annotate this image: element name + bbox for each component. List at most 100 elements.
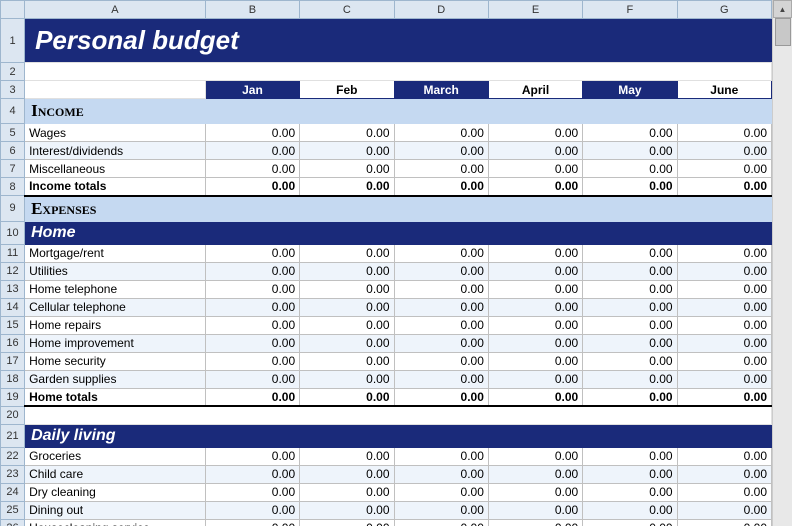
col-header-D[interactable]: D [394,1,488,19]
row-header[interactable]: 7 [1,160,25,178]
cell[interactable]: 0.00 [300,244,394,262]
row-header[interactable]: 11 [1,244,25,262]
cell[interactable]: 0.00 [394,370,488,388]
row-header[interactable]: 4 [1,99,25,124]
cell[interactable]: 0.00 [583,262,677,280]
cell[interactable]: 0.00 [677,178,771,196]
row-label[interactable]: Home improvement [25,334,206,352]
cell[interactable]: 0.00 [488,519,582,526]
cell[interactable]: 0.00 [394,280,488,298]
cell[interactable]: 0.00 [394,262,488,280]
cell[interactable]: 0.00 [205,178,299,196]
cell[interactable] [25,81,206,99]
row-label[interactable]: Wages [25,124,206,142]
cell[interactable]: 0.00 [677,124,771,142]
cell[interactable]: 0.00 [488,160,582,178]
row-header[interactable]: 15 [1,316,25,334]
cell[interactable]: 0.00 [205,298,299,316]
month-header[interactable]: Feb [300,81,394,99]
cell[interactable]: 0.00 [488,334,582,352]
row-label[interactable]: Interest/dividends [25,142,206,160]
cell[interactable]: 0.00 [583,501,677,519]
row-header[interactable]: 14 [1,298,25,316]
cell[interactable]: 0.00 [394,501,488,519]
cell[interactable]: 0.00 [583,142,677,160]
subsection-header-daily-living[interactable]: Daily living [25,424,772,447]
row-header[interactable]: 18 [1,370,25,388]
cell[interactable]: 0.00 [394,178,488,196]
row-label[interactable]: Cellular telephone [25,298,206,316]
cell[interactable]: 0.00 [677,280,771,298]
col-header-F[interactable]: F [583,1,677,19]
month-header[interactable]: March [394,81,488,99]
cell[interactable]: 0.00 [300,352,394,370]
col-header-G[interactable]: G [677,1,771,19]
cell[interactable]: 0.00 [583,316,677,334]
row-header[interactable]: 13 [1,280,25,298]
row-label[interactable]: Garden supplies [25,370,206,388]
row-label[interactable]: Home security [25,352,206,370]
row-header[interactable]: 8 [1,178,25,196]
cell[interactable]: 0.00 [300,447,394,465]
cell[interactable]: 0.00 [583,298,677,316]
row-header[interactable]: 20 [1,406,25,424]
cell[interactable]: 0.00 [583,447,677,465]
row-header[interactable]: 12 [1,262,25,280]
month-header[interactable]: May [583,81,677,99]
row-header[interactable]: 6 [1,142,25,160]
cell[interactable]: 0.00 [677,447,771,465]
cell[interactable]: 0.00 [300,501,394,519]
cell[interactable]: 0.00 [205,388,299,406]
cell[interactable]: 0.00 [205,352,299,370]
vertical-scrollbar[interactable]: ▲ [772,0,792,526]
row-label-total[interactable]: Home totals [25,388,206,406]
cell[interactable]: 0.00 [583,334,677,352]
cell[interactable]: 0.00 [205,334,299,352]
row-header[interactable]: 25 [1,501,25,519]
cell[interactable]: 0.00 [677,370,771,388]
cell[interactable]: 0.00 [677,142,771,160]
cell[interactable]: 0.00 [677,298,771,316]
cell[interactable]: 0.00 [488,370,582,388]
row-header[interactable]: 26 [1,519,25,526]
cell[interactable]: 0.00 [488,124,582,142]
cell[interactable]: 0.00 [583,178,677,196]
row-label[interactable]: Dining out [25,501,206,519]
cell[interactable]: 0.00 [583,465,677,483]
row-label[interactable]: Child care [25,465,206,483]
cell[interactable]: 0.00 [677,519,771,526]
cell[interactable]: 0.00 [205,244,299,262]
cell[interactable]: 0.00 [677,334,771,352]
cell[interactable]: 0.00 [300,370,394,388]
cell[interactable]: 0.00 [300,316,394,334]
row-header[interactable]: 9 [1,196,25,222]
cell[interactable]: 0.00 [488,447,582,465]
cell[interactable]: 0.00 [300,142,394,160]
cell[interactable]: 0.00 [488,298,582,316]
cell[interactable]: 0.00 [394,352,488,370]
cell[interactable]: 0.00 [583,370,677,388]
col-header-C[interactable]: C [300,1,394,19]
cell[interactable]: 0.00 [677,483,771,501]
row-label[interactable]: Home repairs [25,316,206,334]
month-header[interactable]: June [677,81,771,99]
cell[interactable]: 0.00 [677,160,771,178]
cell[interactable]: 0.00 [300,334,394,352]
row-label[interactable]: Home telephone [25,280,206,298]
cell[interactable]: 0.00 [583,483,677,501]
cell[interactable]: 0.00 [205,262,299,280]
cell[interactable]: 0.00 [394,519,488,526]
row-header[interactable]: 21 [1,424,25,447]
cell[interactable]: 0.00 [205,124,299,142]
cell[interactable]: 0.00 [583,352,677,370]
row-header[interactable]: 24 [1,483,25,501]
cell[interactable]: 0.00 [394,465,488,483]
cell[interactable]: 0.00 [583,519,677,526]
row-label[interactable]: Utilities [25,262,206,280]
page-title[interactable]: Personal budget [25,19,772,63]
cell[interactable]: 0.00 [583,160,677,178]
cell[interactable]: 0.00 [677,262,771,280]
cell[interactable]: 0.00 [677,244,771,262]
cell[interactable]: 0.00 [488,465,582,483]
cell[interactable]: 0.00 [394,124,488,142]
